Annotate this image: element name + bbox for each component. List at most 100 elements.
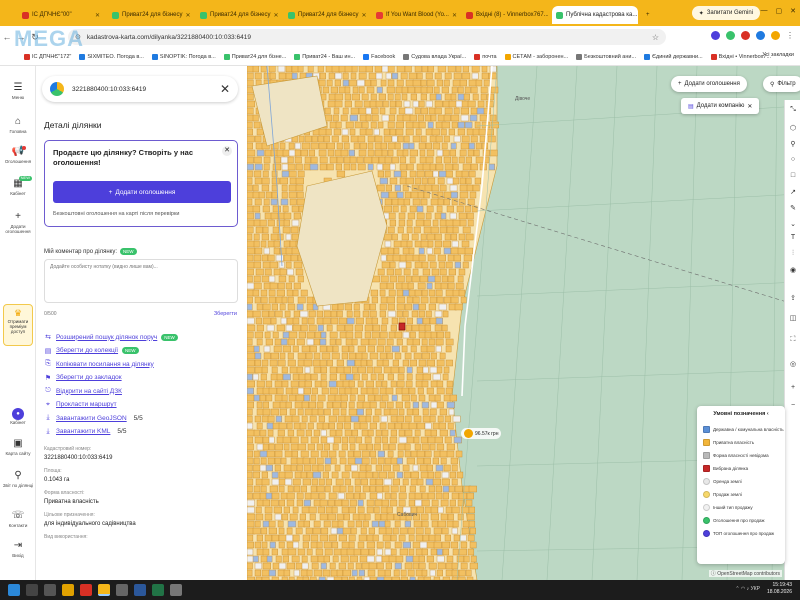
parcel[interactable] [247, 513, 256, 521]
parcel[interactable] [369, 303, 376, 311]
parcel[interactable] [416, 366, 424, 374]
parcel[interactable] [456, 555, 465, 563]
parcel[interactable] [397, 275, 405, 283]
parcel[interactable] [318, 142, 327, 150]
parcel[interactable] [443, 135, 450, 143]
parcel[interactable] [254, 163, 263, 171]
parcel[interactable] [435, 163, 444, 171]
parcel[interactable] [397, 373, 405, 381]
parcel[interactable] [355, 436, 363, 444]
parcel[interactable] [317, 408, 324, 416]
parcel[interactable] [346, 317, 355, 325]
parcel[interactable] [287, 296, 294, 304]
parcel[interactable] [419, 464, 428, 472]
parcel[interactable] [329, 331, 338, 339]
parcel[interactable] [460, 142, 470, 150]
parcel[interactable] [354, 324, 363, 332]
parcel[interactable] [252, 205, 261, 213]
parcel[interactable] [433, 86, 440, 94]
parcel[interactable] [274, 310, 283, 318]
parcel[interactable] [313, 569, 323, 577]
parcel[interactable] [297, 296, 306, 304]
parcel[interactable] [442, 485, 450, 493]
parcel[interactable] [397, 226, 404, 234]
parcel[interactable] [327, 513, 336, 521]
parcel[interactable] [450, 114, 460, 122]
parcel[interactable] [443, 79, 450, 87]
parcel[interactable] [389, 275, 397, 283]
parcel[interactable] [328, 415, 337, 423]
parcel[interactable] [419, 275, 428, 283]
parcel[interactable] [381, 499, 389, 507]
parcel[interactable] [451, 86, 458, 94]
parcel[interactable] [451, 492, 460, 500]
parcel[interactable] [458, 156, 465, 164]
parcel[interactable] [421, 401, 430, 409]
parcel[interactable] [382, 359, 389, 367]
parcel[interactable] [338, 317, 347, 325]
parcel[interactable] [278, 527, 285, 535]
parcel[interactable] [434, 534, 441, 542]
parcel[interactable] [373, 506, 380, 514]
parcel[interactable] [293, 282, 301, 290]
parcel[interactable] [382, 534, 391, 542]
parcel[interactable] [365, 464, 372, 472]
parcel[interactable] [383, 128, 390, 136]
parcel[interactable] [350, 163, 357, 171]
parcel[interactable] [463, 254, 472, 262]
parcel[interactable] [446, 450, 455, 458]
parcel[interactable] [413, 352, 422, 360]
parcel[interactable] [462, 261, 469, 269]
parcel[interactable] [418, 331, 426, 339]
parcel[interactable] [459, 191, 469, 199]
parcel[interactable] [457, 121, 465, 129]
parcel[interactable] [268, 275, 276, 283]
parcel[interactable] [296, 191, 304, 199]
parcel[interactable] [387, 450, 394, 458]
parcel[interactable] [355, 317, 364, 325]
parcel[interactable] [303, 163, 311, 171]
parcel[interactable] [375, 72, 383, 80]
parcel[interactable] [377, 373, 384, 381]
parcel[interactable] [441, 121, 451, 129]
parcel[interactable] [420, 513, 429, 521]
parcel[interactable] [424, 184, 433, 192]
parcel[interactable] [407, 282, 414, 290]
comment-textarea[interactable] [44, 259, 238, 303]
parcel[interactable] [479, 114, 488, 122]
parcel[interactable] [296, 338, 305, 346]
parcel[interactable] [326, 142, 336, 150]
parcel[interactable] [398, 436, 408, 444]
parcel[interactable] [431, 499, 439, 507]
parcel[interactable] [344, 478, 351, 486]
parcel[interactable] [285, 66, 292, 73]
parcel[interactable] [411, 233, 419, 241]
parcel[interactable] [259, 394, 266, 402]
parcel[interactable] [428, 562, 437, 570]
parcel[interactable] [359, 142, 368, 150]
parcel[interactable] [421, 352, 430, 360]
parcel[interactable] [448, 408, 455, 416]
parcel[interactable] [317, 135, 324, 143]
parcel[interactable] [415, 128, 422, 136]
parcel[interactable] [384, 569, 391, 577]
parcel[interactable] [451, 121, 458, 129]
parcel[interactable] [437, 254, 446, 262]
parcel[interactable] [333, 128, 341, 136]
parcel[interactable] [371, 317, 378, 325]
parcel[interactable] [447, 513, 454, 521]
parcel[interactable] [358, 66, 367, 73]
parcel[interactable] [413, 436, 420, 444]
parcel[interactable] [252, 471, 260, 479]
parcel[interactable] [342, 107, 349, 115]
parcel[interactable] [403, 471, 411, 479]
parcel[interactable] [256, 548, 264, 556]
parcel[interactable] [331, 66, 341, 73]
parcel[interactable] [262, 226, 269, 234]
parcel[interactable] [281, 366, 288, 374]
parcel[interactable] [421, 443, 430, 451]
parcel[interactable] [324, 107, 331, 115]
parcel[interactable] [262, 548, 270, 556]
parcel[interactable] [350, 527, 357, 535]
parcel[interactable] [283, 212, 292, 220]
